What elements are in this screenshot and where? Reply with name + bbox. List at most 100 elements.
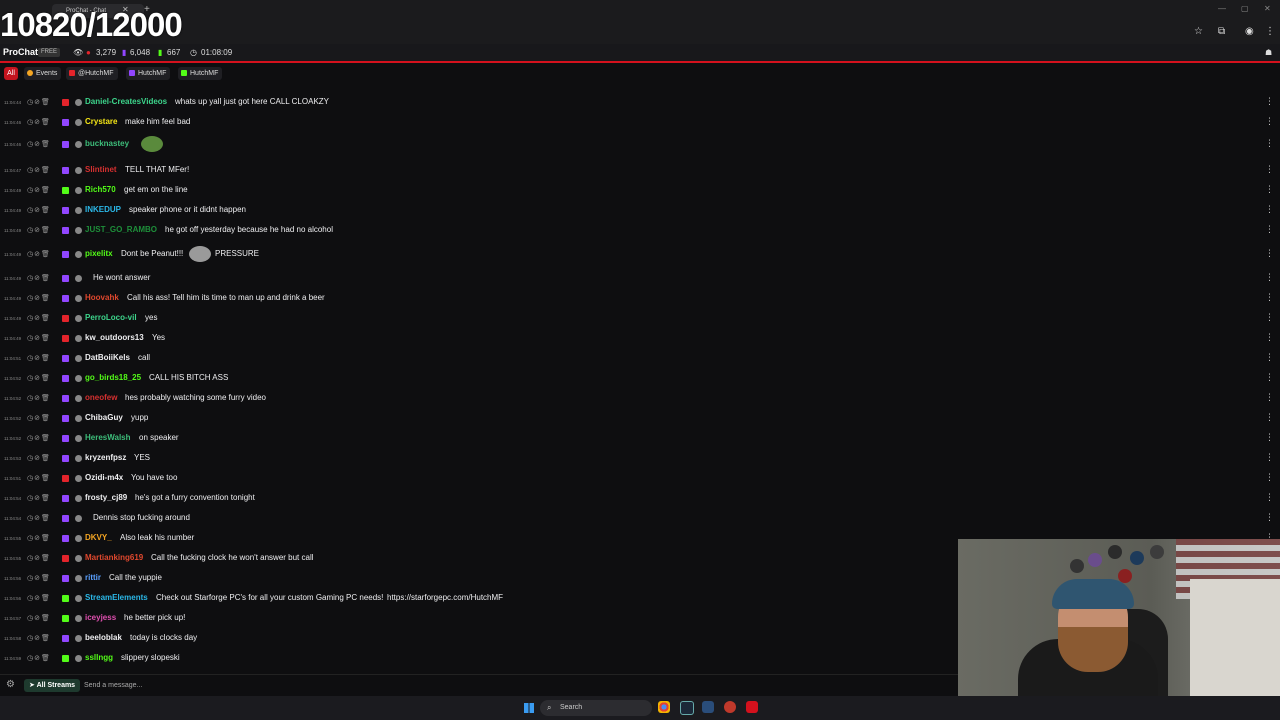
user-icon[interactable]: ☗	[1265, 44, 1272, 61]
message-menu-icon[interactable]: ⋮	[1265, 452, 1274, 463]
file-icon[interactable]	[702, 701, 714, 713]
message-menu-icon[interactable]: ⋮	[1265, 224, 1274, 235]
message-menu-icon[interactable]: ⋮	[1265, 312, 1274, 323]
moderation-icons[interactable]: ◷⊘🗑	[27, 118, 51, 126]
moderation-icons[interactable]: ◷⊘🗑	[27, 226, 51, 234]
chat-username[interactable]: Daniel-CreatesVideos	[85, 97, 167, 106]
filter-kick[interactable]: HutchMF	[178, 67, 223, 80]
gear-icon[interactable]: ⚙	[6, 679, 15, 690]
minimize-icon[interactable]: —	[1218, 4, 1226, 13]
chrome-icon[interactable]	[658, 701, 670, 713]
message-menu-icon[interactable]: ⋮	[1265, 392, 1274, 403]
extensions-icon[interactable]: ⧉	[1218, 26, 1225, 37]
moderation-icons[interactable]: ◷⊘🗑	[27, 634, 51, 642]
moderation-icons[interactable]: ◷⊘🗑	[27, 274, 51, 282]
chat-username[interactable]: ChibaGuy	[85, 413, 123, 422]
bookmark-icon[interactable]: ☆	[1194, 26, 1203, 37]
chat-username[interactable]: kryzenfpsz	[85, 453, 126, 462]
chat-username[interactable]: iceyjess	[85, 613, 116, 622]
message-menu-icon[interactable]: ⋮	[1265, 204, 1274, 215]
moderation-icons[interactable]: ◷⊘🗑	[27, 140, 51, 148]
moderation-icons[interactable]: ◷⊘🗑	[27, 414, 51, 422]
chat-username[interactable]: go_birds18_25	[85, 373, 141, 382]
stream-selector[interactable]: ➤ All Streams	[24, 679, 81, 692]
chat-username[interactable]: Slintinet	[85, 165, 117, 174]
chat-username[interactable]: frosty_cj89	[85, 493, 127, 502]
close-window-icon[interactable]: ✕	[1264, 4, 1271, 13]
moderation-icons[interactable]: ◷⊘🗑	[27, 314, 51, 322]
chat-username[interactable]: bucknastey	[85, 139, 129, 148]
chat-username[interactable]: PerroLoco-vil	[85, 313, 137, 322]
chat-username[interactable]: rittir	[85, 573, 101, 582]
message-menu-icon[interactable]: ⋮	[1265, 138, 1274, 149]
moderation-icons[interactable]: ◷⊘🗑	[27, 594, 51, 602]
chat-username[interactable]: Ozidi-m4x	[85, 473, 123, 482]
moderation-icons[interactable]: ◷⊘🗑	[27, 574, 51, 582]
message-menu-icon[interactable]: ⋮	[1265, 96, 1274, 107]
message-menu-icon[interactable]: ⋮	[1265, 332, 1274, 343]
message-menu-icon[interactable]: ⋮	[1265, 472, 1274, 483]
message-input[interactable]: Send a message...	[84, 679, 944, 692]
chat-username[interactable]: oneofew	[85, 393, 117, 402]
chat-username[interactable]: pixelitx	[85, 249, 113, 258]
filter-events[interactable]: Events	[24, 67, 62, 80]
plan-badge: FREE	[38, 48, 61, 57]
message-menu-icon[interactable]: ⋮	[1265, 248, 1274, 259]
message-menu-icon[interactable]: ⋮	[1265, 492, 1274, 503]
chat-username[interactable]: HeresWalsh	[85, 433, 131, 442]
chat-username[interactable]: StreamElements	[85, 593, 148, 602]
moderation-icons[interactable]: ◷⊘🗑	[27, 474, 51, 482]
steam-icon[interactable]	[680, 701, 694, 715]
message-menu-icon[interactable]: ⋮	[1265, 372, 1274, 383]
profile-icon[interactable]: ◉	[1245, 26, 1254, 37]
moderation-icons[interactable]: ◷⊘🗑	[27, 374, 51, 382]
moderation-icons[interactable]: ◷⊘🗑	[27, 186, 51, 194]
moderation-icons[interactable]: ◷⊘🗑	[27, 494, 51, 502]
moderation-icons[interactable]: ◷⊘🗑	[27, 206, 51, 214]
moderation-icons[interactable]: ◷⊘🗑	[27, 98, 51, 106]
filter-youtube-mentions[interactable]: @HutchMF	[66, 67, 118, 80]
message-menu-icon[interactable]: ⋮	[1265, 116, 1274, 127]
message-menu-icon[interactable]: ⋮	[1265, 432, 1274, 443]
chat-username[interactable]: Rich570	[85, 185, 116, 194]
maximize-icon[interactable]: ▢	[1241, 4, 1249, 13]
taskbar-search[interactable]: ⌕ Search	[540, 700, 652, 716]
browser-menu-icon[interactable]: ⋮	[1265, 26, 1275, 37]
chat-username[interactable]: DKVY_	[85, 533, 112, 542]
moderation-icons[interactable]: ◷⊘🗑	[27, 554, 51, 562]
message-menu-icon[interactable]: ⋮	[1265, 512, 1274, 523]
filter-twitch[interactable]: HutchMF	[126, 67, 171, 80]
moderation-icons[interactable]: ◷⊘🗑	[27, 354, 51, 362]
windows-start-icon[interactable]	[524, 703, 534, 713]
app-icon[interactable]	[724, 701, 736, 713]
message-menu-icon[interactable]: ⋮	[1265, 352, 1274, 363]
moderation-icons[interactable]: ◷⊘🗑	[27, 294, 51, 302]
chat-username[interactable]: beeloblak	[85, 633, 122, 642]
message-menu-icon[interactable]: ⋮	[1265, 292, 1274, 303]
moderation-icons[interactable]: ◷⊘🗑	[27, 334, 51, 342]
moderation-icons[interactable]: ◷⊘🗑	[27, 614, 51, 622]
chat-username[interactable]: Crystare	[85, 117, 117, 126]
moderation-icons[interactable]: ◷⊘🗑	[27, 434, 51, 442]
chat-username[interactable]: INKEDUP	[85, 205, 121, 214]
chat-username[interactable]: Hoovahk	[85, 293, 119, 302]
message-link[interactable]: https://starforgepc.com/HutchMF	[387, 593, 503, 602]
filter-all[interactable]: All	[4, 67, 18, 80]
message-menu-icon[interactable]: ⋮	[1265, 412, 1274, 423]
moderation-icons[interactable]: ◷⊘🗑	[27, 654, 51, 662]
moderation-icons[interactable]: ◷⊘🗑	[27, 394, 51, 402]
moderation-icons[interactable]: ◷⊘🗑	[27, 454, 51, 462]
moderation-icons[interactable]: ◷⊘🗑	[27, 250, 51, 258]
chat-username[interactable]: JUST_GO_RAMBO	[85, 225, 157, 234]
chat-username[interactable]: ssllngg	[85, 653, 113, 662]
chat-username[interactable]: DatBoiiKels	[85, 353, 130, 362]
moderation-icons[interactable]: ◷⊘🗑	[27, 166, 51, 174]
moderation-icons[interactable]: ◷⊘🗑	[27, 534, 51, 542]
message-menu-icon[interactable]: ⋮	[1265, 164, 1274, 175]
message-menu-icon[interactable]: ⋮	[1265, 272, 1274, 283]
prochat-icon[interactable]	[746, 701, 758, 713]
message-menu-icon[interactable]: ⋮	[1265, 184, 1274, 195]
moderation-icons[interactable]: ◷⊘🗑	[27, 514, 51, 522]
chat-username[interactable]: Martianking619	[85, 553, 143, 562]
chat-username[interactable]: kw_outdoors13	[85, 333, 144, 342]
